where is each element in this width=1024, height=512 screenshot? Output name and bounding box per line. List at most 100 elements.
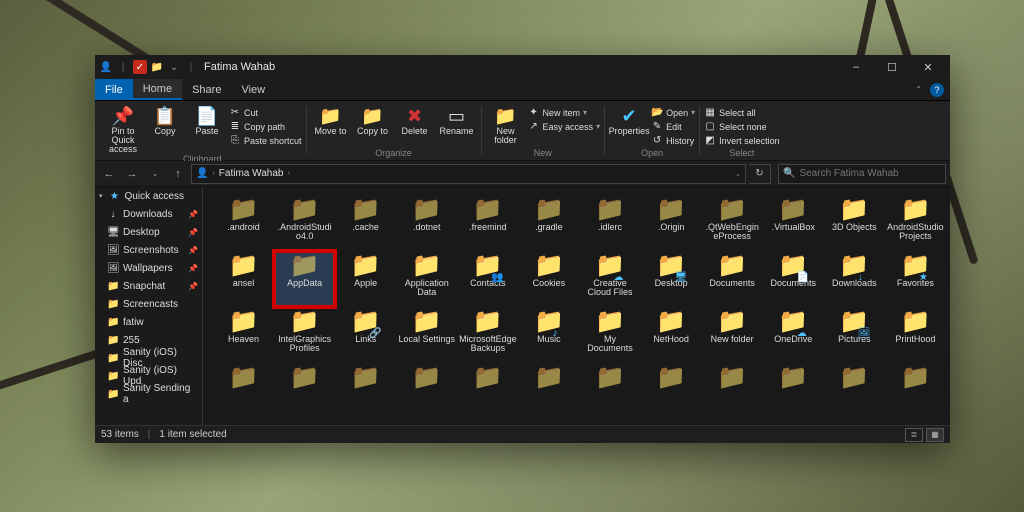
folder-microsoftedgebackups[interactable]: 📁MicrosoftEdgeBackups bbox=[457, 307, 518, 363]
folder-downloads[interactable]: 📁↓Downloads bbox=[824, 251, 885, 307]
folder-hidden[interactable]: 📁 bbox=[213, 363, 274, 419]
folder-hidden[interactable]: 📁 bbox=[579, 363, 640, 419]
refresh-button[interactable]: ↻ bbox=[749, 164, 771, 184]
folder-hidden[interactable]: 📁 bbox=[702, 363, 763, 419]
chevron-right-icon[interactable]: › bbox=[287, 170, 289, 177]
folder-intelgraphicsprofiles[interactable]: 📁IntelGraphicsProfiles bbox=[274, 307, 335, 363]
tab-view[interactable]: View bbox=[231, 79, 275, 100]
folder-gradle[interactable]: 📁.gradle bbox=[518, 195, 579, 251]
address-dropdown-icon[interactable]: ⌄ bbox=[735, 170, 741, 178]
breadcrumb-user[interactable]: Fatima Wahab bbox=[219, 168, 284, 179]
minimize-button[interactable]: – bbox=[838, 55, 874, 79]
folder-hidden[interactable]: 📁 bbox=[274, 363, 335, 419]
rename-button[interactable]: ▭Rename bbox=[437, 104, 477, 136]
properties-button[interactable]: ✔Properties bbox=[609, 104, 649, 136]
sidebar-item-0[interactable]: ↓Downloads📌 bbox=[95, 205, 202, 223]
select-none-button[interactable]: ▢Select none bbox=[704, 120, 780, 133]
move-to-button[interactable]: 📁Move to bbox=[311, 104, 351, 136]
folder-desktop[interactable]: 📁🖥Desktop bbox=[641, 251, 702, 307]
folder-documents[interactable]: 📁📄Documents bbox=[763, 251, 824, 307]
navigation-pane[interactable]: ★Quick access↓Downloads📌🖥Desktop📌🖼Screen… bbox=[95, 187, 203, 425]
folder-ansel[interactable]: 📁ansel bbox=[213, 251, 274, 307]
folder-hidden[interactable]: 📁 bbox=[518, 363, 579, 419]
tab-home[interactable]: Home bbox=[133, 79, 182, 100]
sidebar-item-5[interactable]: 📁Screencasts bbox=[95, 295, 202, 313]
folder-hidden[interactable]: 📁 bbox=[457, 363, 518, 419]
address-bar[interactable]: 👤 › Fatima Wahab › ⌄ bbox=[191, 164, 746, 184]
folder-origin[interactable]: 📁.Origin bbox=[641, 195, 702, 251]
edit-button[interactable]: ✎Edit bbox=[651, 120, 695, 133]
copy-to-button[interactable]: 📁Copy to bbox=[353, 104, 393, 136]
sidebar-quick-access[interactable]: ★Quick access bbox=[95, 187, 202, 205]
ribbon-collapse-icon[interactable]: ⌃ bbox=[915, 85, 922, 94]
folder-idlerc[interactable]: 📁.idlerc bbox=[579, 195, 640, 251]
folder-pictures[interactable]: 📁🖼Pictures bbox=[824, 307, 885, 363]
history-button[interactable]: ↺History bbox=[651, 134, 695, 147]
sidebar-item-10[interactable]: 📁Sanity Sending a bbox=[95, 385, 202, 403]
folder-printhood[interactable]: 📁PrintHood bbox=[885, 307, 946, 363]
chevron-right-icon[interactable]: › bbox=[212, 170, 214, 177]
folder-cookies[interactable]: 📁Cookies bbox=[518, 251, 579, 307]
back-button[interactable]: ← bbox=[99, 164, 119, 184]
open-button[interactable]: 📂Open▾ bbox=[651, 106, 695, 119]
recent-dropdown[interactable]: ⌄ bbox=[145, 164, 165, 184]
folder-android[interactable]: 📁.android bbox=[213, 195, 274, 251]
save-icon[interactable]: ✓ bbox=[133, 60, 147, 74]
help-icon[interactable]: ? bbox=[930, 83, 944, 97]
search-input[interactable] bbox=[799, 168, 941, 179]
invert-selection-button[interactable]: ◩Invert selection bbox=[704, 134, 780, 147]
folder-dotnet[interactable]: 📁.dotnet bbox=[396, 195, 457, 251]
pin-to-quick-access-button[interactable]: 📌Pin to Quick access bbox=[103, 104, 143, 154]
folder-heaven[interactable]: 📁Heaven bbox=[213, 307, 274, 363]
folder-documents[interactable]: 📁Documents bbox=[702, 251, 763, 307]
sidebar-item-3[interactable]: 🖼Wallpapers📌 bbox=[95, 259, 202, 277]
close-button[interactable]: ✕ bbox=[910, 55, 946, 79]
folder-applicationdata[interactable]: 📁Application Data bbox=[396, 251, 457, 307]
file-grid[interactable]: 📁.android📁.AndroidStudio4.0📁.cache📁.dotn… bbox=[203, 187, 950, 425]
folder-contacts[interactable]: 📁👥Contacts bbox=[457, 251, 518, 307]
sidebar-item-1[interactable]: 🖥Desktop📌 bbox=[95, 223, 202, 241]
folder-hidden[interactable]: 📁 bbox=[763, 363, 824, 419]
titlebar[interactable]: 👤 | ✓ 📁 ⌄ | Fatima Wahab – ☐ ✕ bbox=[95, 55, 950, 79]
folder-creativecloudfiles[interactable]: 📁☁Creative Cloud Files bbox=[579, 251, 640, 307]
details-view-button[interactable]: ≣ bbox=[905, 428, 923, 442]
new-folder-button[interactable]: 📁New folder bbox=[486, 104, 526, 145]
easy-access-button[interactable]: ↗Easy access▾ bbox=[528, 120, 601, 133]
folder-hidden[interactable]: 📁 bbox=[885, 363, 946, 419]
search-box[interactable]: 🔍 bbox=[778, 164, 946, 184]
forward-button[interactable]: → bbox=[122, 164, 142, 184]
folder-hidden[interactable]: 📁 bbox=[335, 363, 396, 419]
folder-freemind[interactable]: 📁.freemind bbox=[457, 195, 518, 251]
folder-virtualbox[interactable]: 📁.VirtualBox bbox=[763, 195, 824, 251]
sidebar-item-2[interactable]: 🖼Screenshots📌 bbox=[95, 241, 202, 259]
folder-hidden[interactable]: 📁 bbox=[396, 363, 457, 419]
folder-mydocuments[interactable]: 📁My Documents bbox=[579, 307, 640, 363]
qat-dropdown[interactable]: ⌄ bbox=[167, 60, 181, 74]
folder-links[interactable]: 📁🔗Links bbox=[335, 307, 396, 363]
maximize-button[interactable]: ☐ bbox=[874, 55, 910, 79]
paste-shortcut-button[interactable]: ⎘Paste shortcut bbox=[229, 134, 302, 147]
folder-androidstudio40[interactable]: 📁.AndroidStudio4.0 bbox=[274, 195, 335, 251]
folder-onedrive[interactable]: 📁☁OneDrive bbox=[763, 307, 824, 363]
paste-button[interactable]: 📄Paste bbox=[187, 104, 227, 136]
folder-localsettings[interactable]: 📁Local Settings bbox=[396, 307, 457, 363]
folder-hidden[interactable]: 📁 bbox=[824, 363, 885, 419]
folder-nethood[interactable]: 📁NetHood bbox=[641, 307, 702, 363]
select-all-button[interactable]: ▦Select all bbox=[704, 106, 780, 119]
folder-androidstudioprojects[interactable]: 📁AndroidStudioProjects bbox=[885, 195, 946, 251]
cut-button[interactable]: ✂Cut bbox=[229, 106, 302, 119]
folder-music[interactable]: 📁♪Music bbox=[518, 307, 579, 363]
sidebar-item-4[interactable]: 📁Snapchat📌 bbox=[95, 277, 202, 295]
folder-newfolder[interactable]: 📁New folder bbox=[702, 307, 763, 363]
icons-view-button[interactable]: ▦ bbox=[926, 428, 944, 442]
tab-share[interactable]: Share bbox=[182, 79, 231, 100]
folder-cache[interactable]: 📁.cache bbox=[335, 195, 396, 251]
sidebar-item-6[interactable]: 📁fatiw bbox=[95, 313, 202, 331]
up-button[interactable]: ↑ bbox=[168, 164, 188, 184]
folder-hidden[interactable]: 📁 bbox=[641, 363, 702, 419]
delete-button[interactable]: ✖Delete bbox=[395, 104, 435, 136]
folder-appdata[interactable]: 📁AppData bbox=[274, 251, 335, 307]
folder-3dobjects[interactable]: 📁3D Objects bbox=[824, 195, 885, 251]
folder-qtwebengineprocess[interactable]: 📁.QtWebEngineProcess bbox=[702, 195, 763, 251]
file-menu[interactable]: File bbox=[95, 79, 133, 100]
